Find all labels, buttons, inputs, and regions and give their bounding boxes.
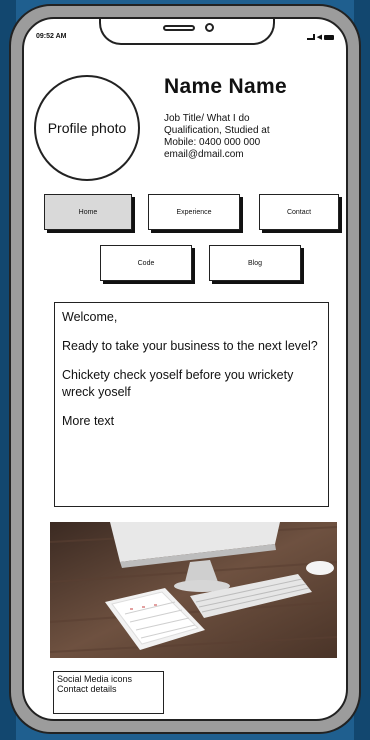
signal-icon [306,34,315,40]
speaker-icon [163,25,195,31]
wifi-icon: ◀ [316,34,322,41]
profile-photo-label: Profile photo [47,120,127,136]
phone-screen: 09:52 AM ◀ Profile photo Name Name Job T… [22,17,348,721]
camera-icon [205,23,214,32]
status-icons: ◀ [306,33,334,41]
nav-blog-label: Blog [247,259,262,267]
nav-code-label: Code [137,259,155,267]
phone-notch [99,19,275,45]
nav-blog-button[interactable]: Blog [209,245,301,281]
nav-contact-label: Contact [286,208,312,216]
phone-frame: 09:52 AM ◀ Profile photo Name Name Job T… [9,4,361,734]
welcome-paragraph: Chickety check yoself before you wricket… [62,368,294,399]
nav-contact-button[interactable]: Contact [259,194,339,230]
desk-photo [50,522,337,658]
email-address: email@dmail.com [164,149,244,160]
nav-home-button[interactable]: Home [44,194,132,230]
nav-experience-label: Experience [176,208,212,216]
welcome-paragraph: Ready to take your business to the next … [62,339,318,353]
mobile-number: Mobile: 0400 000 000 [164,137,261,148]
nav-home-label: Home [78,208,98,216]
qualification: Qualification, Studied at [164,125,270,136]
footer-contact-box: Social Media icons Contact details [53,671,164,714]
welcome-heading: Welcome, [62,310,118,324]
profile-photo: Profile photo [34,75,140,181]
profile-name: Name Name [164,75,287,98]
status-time: 09:52 AM [36,33,67,40]
battery-icon [324,34,334,40]
nav-experience-button[interactable]: Experience [148,194,240,230]
profile-details: Job Title/ What I do Qualification, Stud… [164,113,270,161]
social-media-icons-placeholder: Social Media icons [57,674,133,684]
job-title: Job Title/ What I do [164,113,250,124]
welcome-content: Welcome, Ready to take your business to … [54,302,329,507]
contact-details-placeholder: Contact details [57,684,117,694]
nav-code-button[interactable]: Code [100,245,192,281]
welcome-paragraph: More text [62,414,115,428]
